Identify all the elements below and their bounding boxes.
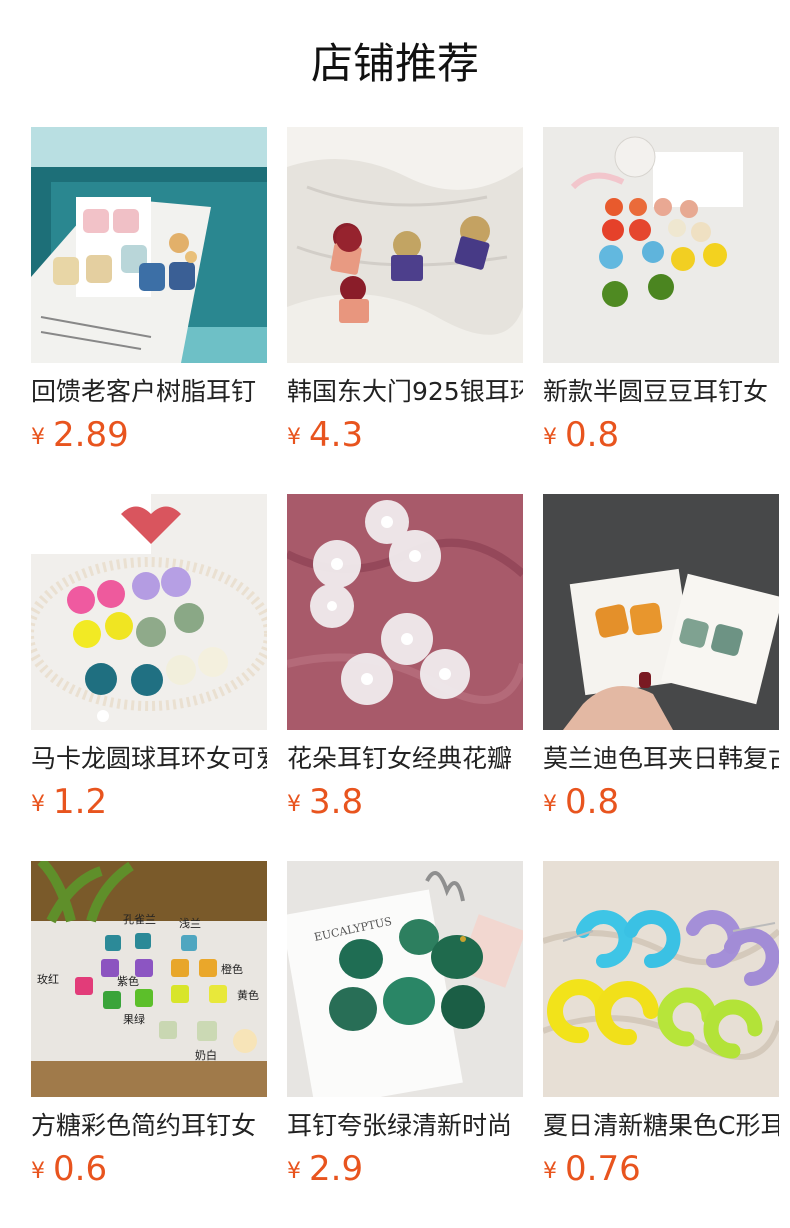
currency-symbol: ¥	[543, 425, 557, 450]
currency-symbol: ¥	[287, 425, 301, 450]
product-name[interactable]: 莫兰迪色耳夹日韩复古	[543, 742, 779, 776]
product-image[interactable]	[543, 861, 779, 1097]
product-card[interactable]: 马卡龙圆球耳环女可爱 ¥1.2	[31, 494, 267, 834]
color-label: 橙色	[221, 962, 243, 976]
product-price: ¥1.2	[31, 782, 107, 822]
product-price: ¥0.8	[543, 415, 619, 455]
product-price: ¥2.89	[31, 415, 129, 455]
price-value: 0.76	[565, 1149, 641, 1189]
product-name[interactable]: 耳钉夸张绿清新时尚	[287, 1109, 523, 1143]
product-image[interactable]	[543, 127, 779, 363]
product-price: ¥0.6	[31, 1149, 107, 1189]
product-name[interactable]: 方糖彩色简约耳钉女	[31, 1109, 267, 1143]
price-value: 0.8	[565, 782, 620, 822]
product-card[interactable]: 花朵耳钉女经典花瓣 ¥3.8	[287, 494, 523, 834]
color-label: 黄色	[237, 988, 259, 1002]
color-label: 紫色	[117, 974, 139, 988]
color-label: 孔雀兰	[123, 913, 156, 926]
currency-symbol: ¥	[31, 792, 45, 817]
product-image[interactable]: 孔雀兰 浅兰 玫红 紫色 橙色 黄色 果绿 奶白	[31, 861, 267, 1097]
product-image[interactable]: EUCALYPTUS	[287, 861, 523, 1097]
product-image[interactable]	[31, 127, 267, 363]
currency-symbol: ¥	[543, 1159, 557, 1184]
price-value: 1.2	[53, 782, 108, 822]
product-card[interactable]: 夏日清新糖果色C形耳环 ¥0.76	[543, 861, 779, 1201]
price-value: 0.8	[565, 415, 620, 455]
product-price: ¥4.3	[287, 415, 363, 455]
page-title: 店铺推荐	[310, 39, 479, 88]
product-price: ¥2.9	[287, 1149, 363, 1189]
product-name[interactable]: 马卡龙圆球耳环女可爱	[31, 742, 267, 776]
product-image[interactable]	[543, 494, 779, 730]
product-name[interactable]: 回馈老客户树脂耳钉	[31, 375, 267, 409]
color-label: 玫红	[37, 972, 59, 986]
product-card[interactable]: 新款半圆豆豆耳钉女 ¥0.8	[543, 127, 779, 467]
price-value: 0.6	[53, 1149, 108, 1189]
product-price: ¥0.8	[543, 782, 619, 822]
product-image[interactable]	[287, 127, 523, 363]
product-name[interactable]: 新款半圆豆豆耳钉女	[543, 375, 779, 409]
product-price: ¥3.8	[287, 782, 363, 822]
currency-symbol: ¥	[287, 792, 301, 817]
color-label: 浅兰	[179, 917, 201, 930]
product-image[interactable]	[287, 494, 523, 730]
color-label: 奶白	[195, 1048, 217, 1062]
product-image[interactable]	[31, 494, 267, 730]
price-value: 4.3	[309, 415, 364, 455]
product-card[interactable]: 回馈老客户树脂耳钉 ¥2.89	[31, 127, 267, 467]
price-value: 3.8	[309, 782, 364, 822]
currency-symbol: ¥	[31, 425, 45, 450]
product-card[interactable]: 孔雀兰 浅兰 玫红 紫色 橙色 黄色 果绿 奶白 方糖彩色简约耳钉女 ¥ 0.6	[31, 861, 267, 1201]
product-name[interactable]: 夏日清新糖果色C形耳环	[543, 1109, 779, 1143]
price-value: 2.89	[53, 415, 129, 455]
product-name[interactable]: 花朵耳钉女经典花瓣	[287, 742, 523, 776]
currency-symbol: ¥	[287, 1159, 301, 1184]
product-name[interactable]: 韩国东大门925银耳环	[287, 375, 523, 409]
product-card[interactable]: 韩国东大门925银耳环 ¥4.3	[287, 127, 523, 467]
color-label: 果绿	[123, 1012, 145, 1026]
product-card[interactable]: EUCALYPTUS 耳钉夸张绿清新时尚 ¥2.9	[287, 861, 523, 1201]
product-price: ¥0.76	[543, 1149, 641, 1189]
currency-symbol: ¥	[543, 792, 557, 817]
price-value: 2.9	[309, 1149, 364, 1189]
product-card[interactable]: 莫兰迪色耳夹日韩复古 ¥0.8	[543, 494, 779, 834]
currency-symbol: ¥	[31, 1159, 45, 1184]
